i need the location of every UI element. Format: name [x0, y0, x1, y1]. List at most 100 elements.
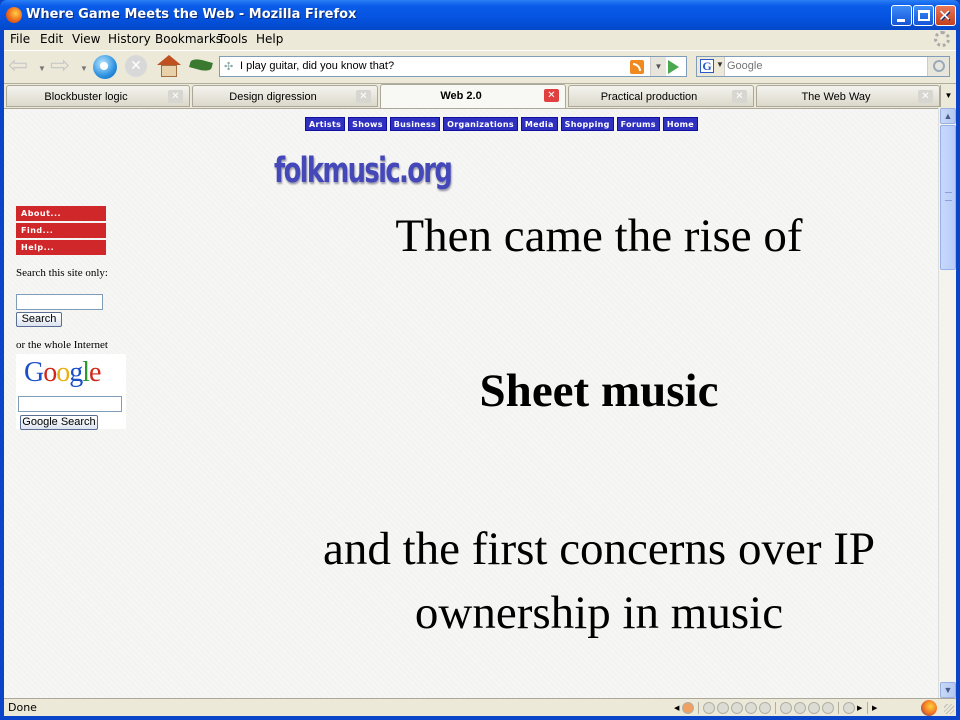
tab-close-icon[interactable]: ✕ — [732, 90, 747, 103]
go-button[interactable] — [668, 60, 679, 74]
slide-line-3: and the first concerns over IP ownership… — [322, 523, 876, 639]
music-note-icon[interactable] — [682, 702, 694, 714]
menu-tools[interactable]: Tools — [218, 32, 248, 46]
url-history-dropdown[interactable]: ▼ — [650, 57, 666, 76]
side-menu: About... Find... Help... — [16, 206, 106, 257]
nav-shopping[interactable]: Shopping — [560, 117, 614, 131]
google-logo: Google — [24, 357, 101, 388]
site-logo[interactable]: folkmusic.org — [274, 151, 453, 191]
url-bar[interactable]: ✣ I play guitar, did you know that? ▼ — [219, 56, 687, 77]
leaf-extension-icon[interactable] — [189, 57, 213, 73]
menu-bar: File Edit View History Bookmarks Tools H… — [4, 30, 956, 49]
tab-design-digression[interactable]: Design digression ✕ — [192, 85, 378, 107]
forward-button[interactable]: ⇨ — [50, 54, 78, 79]
vertical-scrollbar[interactable]: ▲ ▼ — [938, 108, 956, 698]
side-menu-about[interactable]: About... — [16, 206, 106, 221]
navigation-toolbar: ⇦ ▼ ⇨ ▼ ✕ ✣ I play guitar, did you know … — [4, 50, 956, 82]
tab-close-icon[interactable]: ✕ — [918, 90, 933, 103]
note-icon[interactable] — [780, 702, 792, 714]
menu-bookmarks[interactable]: Bookmarks — [155, 32, 222, 46]
page-content: Artists Shows Business Organizations Med… — [4, 108, 938, 698]
search-engine-selector[interactable]: G ▼ — [697, 57, 725, 76]
site-search-input[interactable] — [16, 294, 103, 310]
tab-bar: Blockbuster logic ✕ Design digression ✕ … — [4, 83, 956, 108]
stop-button[interactable]: ✕ — [125, 55, 147, 77]
menu-file[interactable]: File — [10, 32, 30, 46]
maximize-button[interactable] — [913, 5, 934, 26]
nav-media[interactable]: Media — [520, 117, 558, 131]
stop-icon[interactable] — [745, 702, 757, 714]
url-text[interactable]: I play guitar, did you know that? — [240, 60, 394, 72]
search-site-label: Search this site only: — [16, 267, 108, 279]
close-icon: ✕ — [938, 6, 952, 25]
nav-business[interactable]: Business — [389, 117, 441, 131]
nav-organizations[interactable]: Organizations — [443, 117, 518, 131]
forward-history-dropdown[interactable]: ▼ — [80, 64, 88, 73]
previous-track-icon[interactable] — [703, 702, 715, 714]
player-expand-icon[interactable]: ▶ — [857, 702, 863, 714]
pause-icon[interactable] — [731, 702, 743, 714]
home-icon — [157, 55, 181, 65]
rss-feed-icon[interactable] — [630, 60, 644, 74]
menu-edit[interactable]: Edit — [40, 32, 63, 46]
nav-forums[interactable]: Forums — [616, 117, 660, 131]
down-icon[interactable] — [822, 702, 834, 714]
nav-home[interactable]: Home — [662, 117, 698, 131]
back-button[interactable]: ⇦ — [8, 54, 36, 79]
minimize-icon — [897, 19, 905, 22]
search-input[interactable] — [727, 59, 921, 73]
status-bar: Done ◀ ▶ ▶ — [4, 698, 956, 716]
throbber-icon — [934, 31, 950, 47]
up-icon[interactable] — [808, 702, 820, 714]
google-search-panel: Google Google Search — [16, 354, 126, 430]
firefox-icon — [6, 7, 22, 23]
volume-icon[interactable] — [843, 702, 855, 714]
eject-icon[interactable] — [794, 702, 806, 714]
tab-blockbuster-logic[interactable]: Blockbuster logic ✕ — [6, 85, 190, 107]
tab-close-icon[interactable]: ✕ — [544, 89, 559, 102]
google-search-button[interactable]: Google Search — [20, 415, 98, 430]
tab-web-2-0[interactable]: Web 2.0 ✕ — [380, 84, 566, 108]
window-title: Where Game Meets the Web - Mozilla Firef… — [26, 7, 357, 22]
side-menu-find[interactable]: Find... — [16, 223, 106, 238]
scroll-down-button[interactable]: ▼ — [940, 682, 956, 698]
search-bar: G ▼ — [696, 56, 950, 77]
google-search-input[interactable] — [18, 396, 122, 412]
home-button[interactable] — [157, 55, 181, 79]
tab-practical-production[interactable]: Practical production ✕ — [568, 85, 754, 107]
reload-button[interactable] — [93, 55, 117, 79]
nav-shows[interactable]: Shows — [348, 117, 387, 131]
menu-history[interactable]: History — [108, 32, 151, 46]
site-search-button[interactable]: Search — [16, 312, 62, 327]
tab-the-web-way[interactable]: The Web Way ✕ — [756, 85, 940, 107]
browser-frame: File Edit View History Bookmarks Tools H… — [4, 30, 956, 716]
internet-search-label: or the whole Internet — [16, 339, 108, 351]
site-favicon: ✣ — [224, 61, 234, 73]
tab-close-icon[interactable]: ✕ — [168, 90, 183, 103]
back-history-dropdown[interactable]: ▼ — [38, 64, 46, 73]
play-icon[interactable] — [717, 702, 729, 714]
scroll-thumb[interactable] — [940, 125, 956, 270]
next-track-icon[interactable] — [759, 702, 771, 714]
side-menu-help[interactable]: Help... — [16, 240, 106, 255]
nav-artists[interactable]: Artists — [305, 117, 346, 131]
menu-view[interactable]: View — [72, 32, 100, 46]
media-player-controls: ◀ ▶ ▶ — [674, 701, 878, 715]
scroll-up-button[interactable]: ▲ — [940, 108, 956, 124]
resize-grip[interactable] — [944, 704, 954, 714]
site-top-nav: Artists Shows Business Organizations Med… — [305, 117, 698, 131]
maximize-icon — [918, 10, 930, 21]
slide-line-2: Sheet music — [479, 365, 719, 417]
tab-close-icon[interactable]: ✕ — [356, 90, 371, 103]
minimize-button[interactable] — [891, 5, 912, 26]
firefox-status-icon — [921, 700, 937, 716]
all-tabs-dropdown[interactable]: ▼ — [940, 85, 956, 107]
status-arrow-icon[interactable]: ▶ — [872, 702, 878, 714]
slide-line-1: Then came the rise of — [395, 210, 803, 262]
search-magnifier-button[interactable] — [927, 57, 949, 76]
player-collapse-icon[interactable]: ◀ — [674, 702, 680, 714]
google-engine-icon: G — [700, 59, 714, 73]
menu-help[interactable]: Help — [256, 32, 283, 46]
title-bar: Where Game Meets the Web - Mozilla Firef… — [0, 0, 960, 30]
close-button[interactable]: ✕ — [935, 5, 956, 26]
